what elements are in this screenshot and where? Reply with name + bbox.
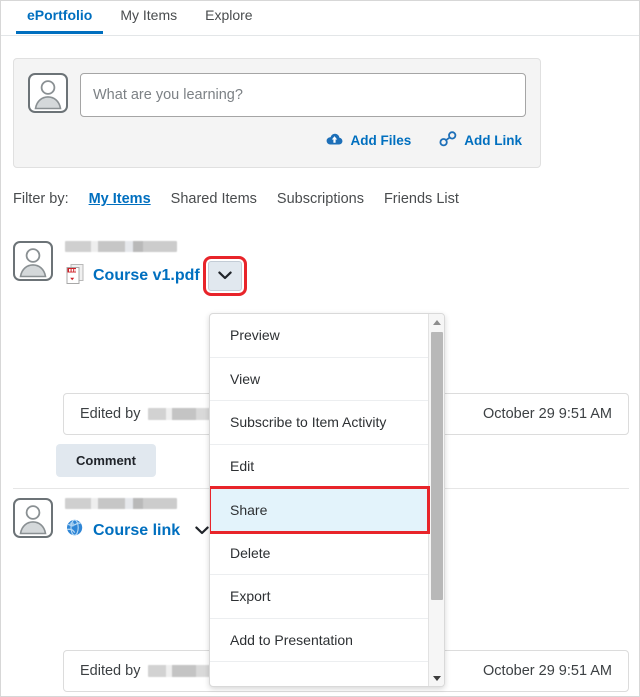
edited-by-group-2: Edited by — [80, 663, 221, 679]
menu-item-preview[interactable]: Preview — [210, 314, 428, 358]
composer-input-row — [14, 59, 540, 117]
edited-timestamp-1: October 29 9:51 AM — [483, 406, 612, 422]
feed-item-body: Course v1.pdf — [65, 241, 247, 296]
scrollbar-thumb[interactable] — [431, 332, 443, 600]
scroll-down-arrow-icon[interactable] — [429, 670, 444, 686]
edited-by-label-1: Edited by — [80, 406, 141, 422]
chevron-down-icon — [217, 267, 232, 285]
menu-item-edit[interactable]: Edit — [210, 445, 428, 488]
filter-bar: Filter by: My Items Shared Items Subscri… — [13, 191, 459, 207]
tab-eportfolio-label: ePortfolio — [27, 7, 93, 23]
tab-my-items[interactable]: My Items — [106, 1, 191, 34]
menu-item-subscribe-to-item-activity[interactable]: Subscribe to Item Activity — [210, 401, 428, 445]
triangle-down-glyph — [433, 675, 441, 681]
user-avatar-icon — [28, 73, 68, 113]
globe-link-icon — [65, 518, 85, 543]
add-link-label: Add Link — [464, 133, 522, 148]
user-avatar-icon — [13, 241, 53, 281]
menu-item-export-label: Export — [230, 588, 271, 605]
add-files-label: Add Files — [350, 133, 412, 148]
feed-item-body: Course link — [65, 498, 216, 543]
feed-item-title-row: Course link — [65, 518, 216, 543]
menu-item-subscribe-label: Subscribe to Item Activity — [230, 414, 387, 431]
feed-item-title-link[interactable]: Course link — [93, 522, 180, 540]
edited-by-group-1: Edited by — [80, 406, 221, 422]
feed-item-title-link[interactable]: Course v1.pdf — [93, 267, 200, 285]
item-actions-dropdown-menu: Preview View Subscribe to Item Activity … — [209, 313, 445, 687]
menu-item-export[interactable]: Export — [210, 575, 428, 619]
filter-option-shared-items[interactable]: Shared Items — [171, 191, 257, 207]
dropdown-menu-list: Preview View Subscribe to Item Activity … — [210, 314, 430, 662]
edited-timestamp-2: October 29 9:51 AM — [483, 663, 612, 679]
menu-item-delete-label: Delete — [230, 544, 271, 561]
feed-item-title-row: Course v1.pdf — [65, 256, 247, 296]
edited-by-label-2: Edited by — [80, 663, 141, 679]
filter-by-label: Filter by: — [13, 191, 69, 207]
main-tab-bar: ePortfolio My Items Explore — [1, 1, 639, 36]
tab-explore[interactable]: Explore — [191, 1, 266, 34]
menu-item-share-label: Share — [230, 501, 268, 518]
add-files-button[interactable]: Add Files — [326, 132, 411, 150]
tab-eportfolio[interactable]: ePortfolio — [13, 1, 106, 34]
filter-option-my-items[interactable]: My Items — [89, 191, 151, 207]
item-actions-menu-button[interactable] — [202, 256, 247, 296]
composer-text-input[interactable] — [80, 73, 526, 117]
tab-explore-label: Explore — [205, 7, 253, 23]
composer-actions: Add Files Add Link — [14, 117, 540, 150]
redacted-author-name — [65, 498, 177, 509]
menu-item-preview-label: Preview — [230, 327, 280, 344]
menu-item-view-label: View — [230, 370, 261, 387]
scroll-up-arrow-icon[interactable] — [429, 314, 444, 330]
dropdown-scrollbar[interactable] — [428, 314, 444, 686]
feed-item-header: Course link — [13, 498, 216, 543]
menu-item-view[interactable]: View — [210, 358, 428, 401]
menu-item-share[interactable]: Share — [210, 486, 430, 534]
feed-item-course-link: Course link — [13, 498, 216, 543]
tab-my-items-label: My Items — [120, 7, 178, 23]
menu-item-add-to-presentation-label: Add to Presentation — [230, 631, 353, 648]
triangle-up-glyph — [433, 319, 441, 325]
composer-card: Add Files Add Link — [13, 58, 541, 168]
filter-option-subscriptions[interactable]: Subscriptions — [277, 191, 364, 207]
redacted-author-name — [65, 241, 177, 252]
feed-item-course-pdf: Course v1.pdf — [13, 241, 247, 296]
chevron-down-icon — [195, 522, 209, 540]
user-avatar-icon — [13, 498, 53, 538]
menu-item-edit-label: Edit — [230, 457, 255, 474]
add-link-button[interactable]: Add Link — [439, 131, 522, 150]
link-icon — [439, 131, 457, 150]
pdf-file-icon — [65, 263, 85, 290]
menu-item-add-to-presentation[interactable]: Add to Presentation — [210, 619, 428, 662]
feed-item-header: Course v1.pdf — [13, 241, 247, 296]
cloud-upload-icon — [326, 132, 343, 150]
filter-option-friends-list[interactable]: Friends List — [384, 191, 459, 207]
eportfolio-page: ePortfolio My Items Explore What are you… — [0, 0, 640, 697]
comment-button[interactable]: Comment — [56, 444, 156, 477]
menu-item-delete[interactable]: Delete — [210, 532, 428, 575]
